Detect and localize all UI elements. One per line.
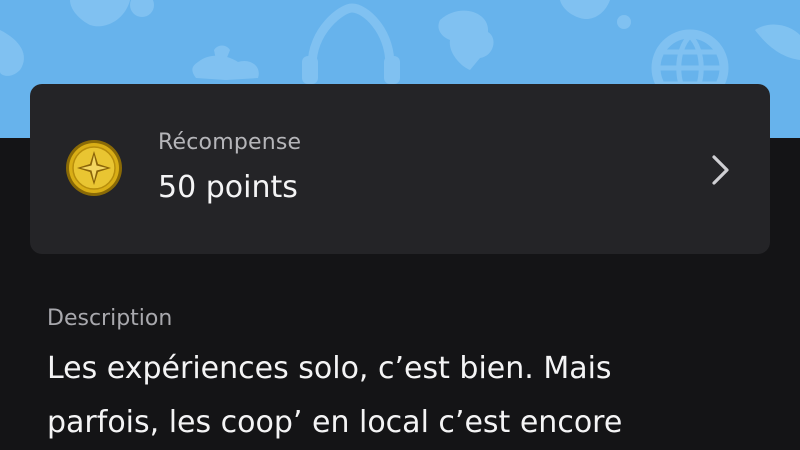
character-icon <box>438 10 494 70</box>
description-line: parfois, les coop’ en local c’est encore <box>47 405 623 440</box>
character-icon <box>617 15 631 29</box>
character-icon <box>70 0 130 27</box>
reward-label: Récompense <box>158 130 302 155</box>
headphones-icon <box>384 56 400 84</box>
reward-value: 50 points <box>158 170 298 205</box>
description-label: Description <box>47 306 173 331</box>
description-text: Les expériences solo, c’est bien. Mais p… <box>47 342 767 450</box>
gold-trophy-icon <box>66 140 122 196</box>
character-icon <box>0 30 24 76</box>
description-line: Les expériences solo, c’est bien. Mais <box>47 351 612 386</box>
headphones-icon <box>302 56 318 84</box>
headphones-icon <box>307 3 395 67</box>
character-icon <box>560 0 610 20</box>
reward-card[interactable]: Récompense 50 points <box>30 84 770 254</box>
character-icon <box>130 0 154 17</box>
character-icon <box>755 24 800 61</box>
chevron-right-icon[interactable] <box>706 154 734 186</box>
